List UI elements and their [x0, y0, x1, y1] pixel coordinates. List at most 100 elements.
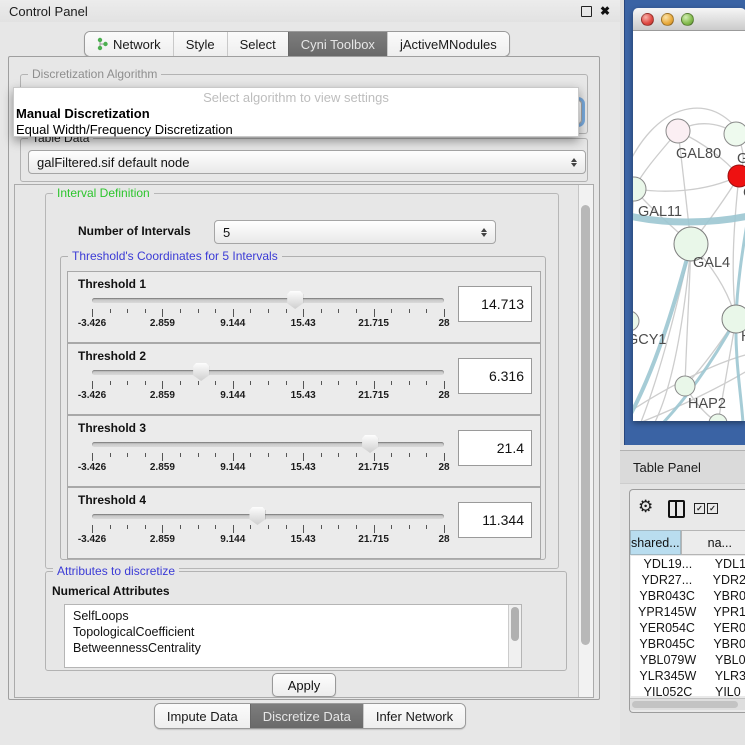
tick-labels: -3.4262.8599.14415.4321.71528 [92, 462, 444, 474]
threshold-slider[interactable]: -3.4262.8599.14415.4321.71528 [92, 344, 444, 414]
threshold-value-field[interactable]: 14.713 [458, 286, 532, 322]
close-icon[interactable]: ✖ [600, 6, 610, 16]
network-node [728, 165, 745, 187]
gear-icon[interactable]: ⚙ [638, 497, 653, 517]
tick-marks [92, 525, 444, 534]
attribute-list-item[interactable]: BetweennessCentrality [65, 640, 521, 656]
threshold-slider[interactable]: -3.4262.8599.14415.4321.71528 [92, 488, 444, 558]
cell-shared-name: YIL052C [631, 684, 705, 696]
attribute-list-item[interactable]: TopologicalCoefficient [65, 624, 521, 640]
table-row[interactable]: YBR043CYBR0 [631, 588, 745, 604]
tick-mark [338, 381, 339, 385]
threshold-value-field[interactable]: 11.344 [458, 502, 532, 538]
checkbox-icon[interactable]: ✓ [694, 503, 705, 514]
zoom-traffic-light-icon[interactable] [681, 13, 694, 26]
tick-mark [338, 525, 339, 529]
table-horizontal-scrollbar[interactable] [630, 698, 745, 710]
cell-shared-name: YBR043C [631, 588, 703, 604]
network-canvas[interactable]: GAL80GACGAL11GAL4GCY1HHAP2 [633, 31, 745, 421]
slider-thumb-icon[interactable] [193, 363, 209, 381]
algorithm-option[interactable]: Manual Discretization [14, 105, 578, 121]
tick-label: 2.859 [150, 534, 175, 545]
table-row[interactable]: YBL079WYBL0 [631, 652, 745, 668]
table-row[interactable]: YIL052CYIL0 [631, 684, 745, 696]
tick-label: 2.859 [150, 390, 175, 401]
tick-mark [321, 453, 322, 457]
tick-label: 21.715 [358, 534, 389, 545]
network-frame: GAL80GACGAL11GAL4GCY1HHAP2 [624, 0, 745, 445]
threshold-value-field[interactable]: 21.4 [458, 430, 532, 466]
tick-label: 2.859 [150, 462, 175, 473]
network-icon [97, 37, 108, 51]
panel-title: Control Panel [0, 4, 581, 19]
split-columns-icon[interactable] [668, 500, 685, 518]
close-traffic-light-icon[interactable] [641, 13, 654, 26]
threshold-slider[interactable]: -3.4262.8599.14415.4321.71528 [92, 416, 444, 486]
tab-jactivemnodules[interactable]: jActiveMNodules [387, 32, 509, 56]
minimize-traffic-light-icon[interactable] [661, 13, 674, 26]
tick-mark [233, 309, 234, 317]
table-panel-title: Table Panel [620, 460, 701, 475]
attributes-scrollbar-thumb[interactable] [511, 607, 519, 641]
number-of-intervals-combobox[interactable]: 5 [214, 220, 496, 244]
tab-select[interactable]: Select [227, 32, 288, 56]
table-row[interactable]: YBR045CYBR0 [631, 636, 745, 652]
tick-marks [92, 453, 444, 462]
tab-network[interactable]: Network [85, 32, 173, 56]
cell-shared-name: YBL079W [631, 652, 705, 668]
number-of-intervals-label: Number of Intervals [78, 224, 191, 238]
tick-mark [444, 453, 445, 461]
table-row[interactable]: YLR345WYLR3 [631, 668, 745, 684]
table-row[interactable]: YER054CYER0 [631, 620, 745, 636]
tick-mark [303, 525, 304, 533]
settings-scroll-area: Interval Definition Number of Intervals … [14, 184, 594, 698]
tab-infer-network[interactable]: Infer Network [363, 704, 465, 728]
tab-style[interactable]: Style [173, 32, 227, 56]
slider-track[interactable] [92, 298, 444, 303]
tick-mark [356, 381, 357, 385]
slider-track[interactable] [92, 442, 444, 447]
tick-label: 21.715 [358, 390, 389, 401]
slider-thumb-icon[interactable] [362, 435, 378, 453]
table-panel-titlebar: Table Panel [620, 450, 745, 484]
attributes-list-scrollbar[interactable] [508, 605, 521, 667]
tick-mark [110, 525, 111, 529]
tab-discretize-data[interactable]: Discretize Data [250, 704, 363, 728]
table-row[interactable]: YDL19...YDL1 [631, 556, 745, 572]
slider-thumb-icon[interactable] [249, 507, 265, 525]
tick-mark [162, 525, 163, 533]
settings-scrollbar-thumb[interactable] [581, 205, 590, 645]
tab-label: Impute Data [167, 709, 238, 724]
attribute-list-item[interactable]: SelfLoops [65, 608, 521, 624]
tab-impute-data[interactable]: Impute Data [155, 704, 250, 728]
column-header-name[interactable]: na... [681, 530, 745, 555]
threshold-value-field[interactable]: 6.316 [458, 358, 532, 394]
column-header-shared[interactable]: shared... [630, 530, 681, 555]
tab-cyni-toolbox[interactable]: Cyni Toolbox [288, 32, 387, 56]
table-panel: ⚙ ✓ ✓ shared... na... YDL19...YDL1YDR27.… [629, 489, 745, 713]
slider-track[interactable] [92, 514, 444, 519]
discretization-algorithm-group-title: Discretization Algorithm [28, 67, 161, 81]
threshold-slider[interactable]: -3.4262.8599.14415.4321.71528 [92, 272, 444, 342]
table-data-combobox[interactable]: galFiltered.sif default node [28, 150, 586, 174]
slider-track[interactable] [92, 370, 444, 375]
table-row[interactable]: YDR27...YDR2 [631, 572, 745, 588]
numerical-attributes-label: Numerical Attributes [52, 584, 170, 598]
tick-mark [321, 381, 322, 385]
threshold-panel: Threshold 2-3.4262.8599.14415.4321.71528… [67, 343, 541, 415]
numerical-attributes-list[interactable]: SelfLoopsTopologicalCoefficientBetweenne… [64, 604, 522, 668]
tick-mark [127, 525, 128, 529]
tick-mark [110, 453, 111, 457]
tick-marks [92, 381, 444, 390]
apply-button[interactable]: Apply [272, 673, 336, 697]
cell-shared-name: YPR145W [631, 604, 703, 620]
slider-thumb-icon[interactable] [287, 291, 303, 309]
screenshot-root: Control Panel ✖ NetworkStyleSelectCyni T… [0, 0, 745, 745]
table-row[interactable]: YPR145WYPR1 [631, 604, 745, 620]
algorithm-option[interactable]: Equal Width/Frequency Discretization [14, 121, 578, 137]
tick-mark [374, 309, 375, 317]
settings-vertical-scrollbar[interactable] [578, 185, 593, 697]
checkbox-icon[interactable]: ✓ [707, 503, 718, 514]
float-window-icon[interactable] [581, 6, 592, 17]
table-scrollbar-thumb[interactable] [632, 701, 738, 708]
